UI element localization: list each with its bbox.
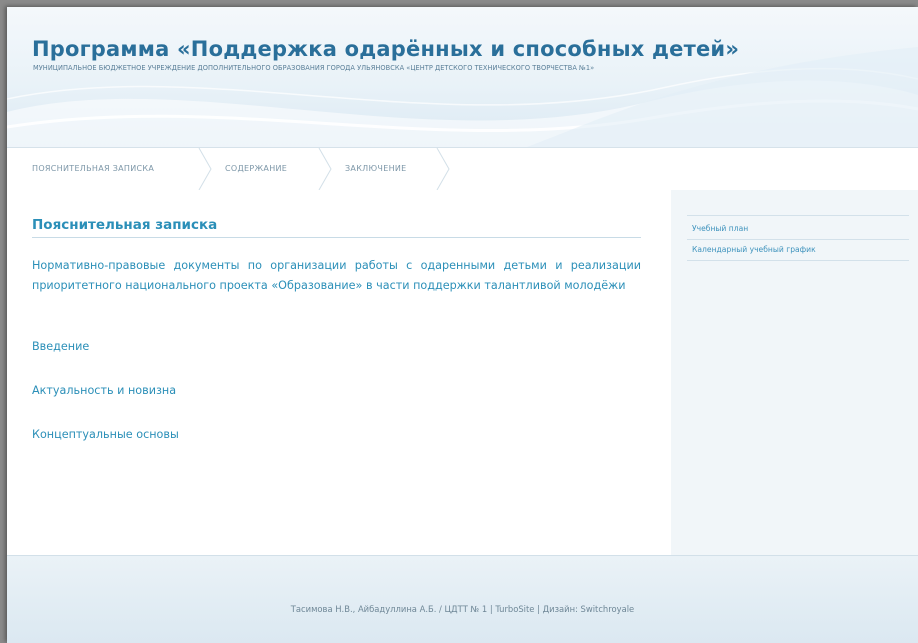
page-frame: Программа «Поддержка одарённых и способн… [7, 7, 918, 643]
site-header: Программа «Поддержка одарённых и способн… [7, 7, 918, 147]
nav-separator-chevron-icon [318, 148, 332, 190]
site-subtitle: МУНИЦИПАЛЬНОЕ БЮДЖЕТНОЕ УЧРЕЖДЕНИЕ ДОПОЛ… [33, 64, 595, 72]
nav-item-explanatory-note[interactable]: ПОЯСНИТЕЛЬНАЯ ЗАПИСКА [32, 148, 154, 190]
main-content: Пояснительная записка Нормативно-правовы… [7, 190, 671, 555]
footer-credits: Тасимова Н.В., Айбадуллина А.Б. / ЦДТТ №… [290, 604, 635, 614]
site-footer: Тасимова Н.В., Айбадуллина А.Б. / ЦДТТ №… [7, 555, 918, 643]
nav-item-contents[interactable]: СОДЕРЖАНИЕ [225, 148, 287, 190]
header-swoosh-decoration [7, 47, 918, 147]
sidebar-divider [687, 260, 909, 261]
page-heading: Пояснительная записка [32, 217, 218, 233]
sidebar-divider [687, 239, 909, 240]
link-relevance-novelty[interactable]: Актуальность и новизна [32, 384, 176, 397]
site-title: Программа «Поддержка одарённых и способн… [32, 37, 740, 61]
sidebar-link-curriculum[interactable]: Учебный план [692, 224, 748, 233]
nav-item-conclusion[interactable]: ЗАКЛЮЧЕНИЕ [345, 148, 407, 190]
link-conceptual-basis[interactable]: Концептуальные основы [32, 428, 179, 441]
heading-divider [32, 237, 641, 238]
sidebar: Учебный план Календарный учебный график [671, 190, 918, 555]
sidebar-link-calendar-schedule[interactable]: Календарный учебный график [692, 245, 816, 254]
main-nav: ПОЯСНИТЕЛЬНАЯ ЗАПИСКА СОДЕРЖАНИЕ ЗАКЛЮЧЕ… [7, 147, 918, 191]
nav-separator-chevron-icon [436, 148, 450, 190]
link-introduction[interactable]: Введение [32, 340, 89, 353]
link-normative-documents[interactable]: Нормативно-правовые документы по организ… [32, 256, 641, 296]
nav-separator-chevron-icon [198, 148, 212, 190]
sidebar-divider [687, 215, 909, 216]
